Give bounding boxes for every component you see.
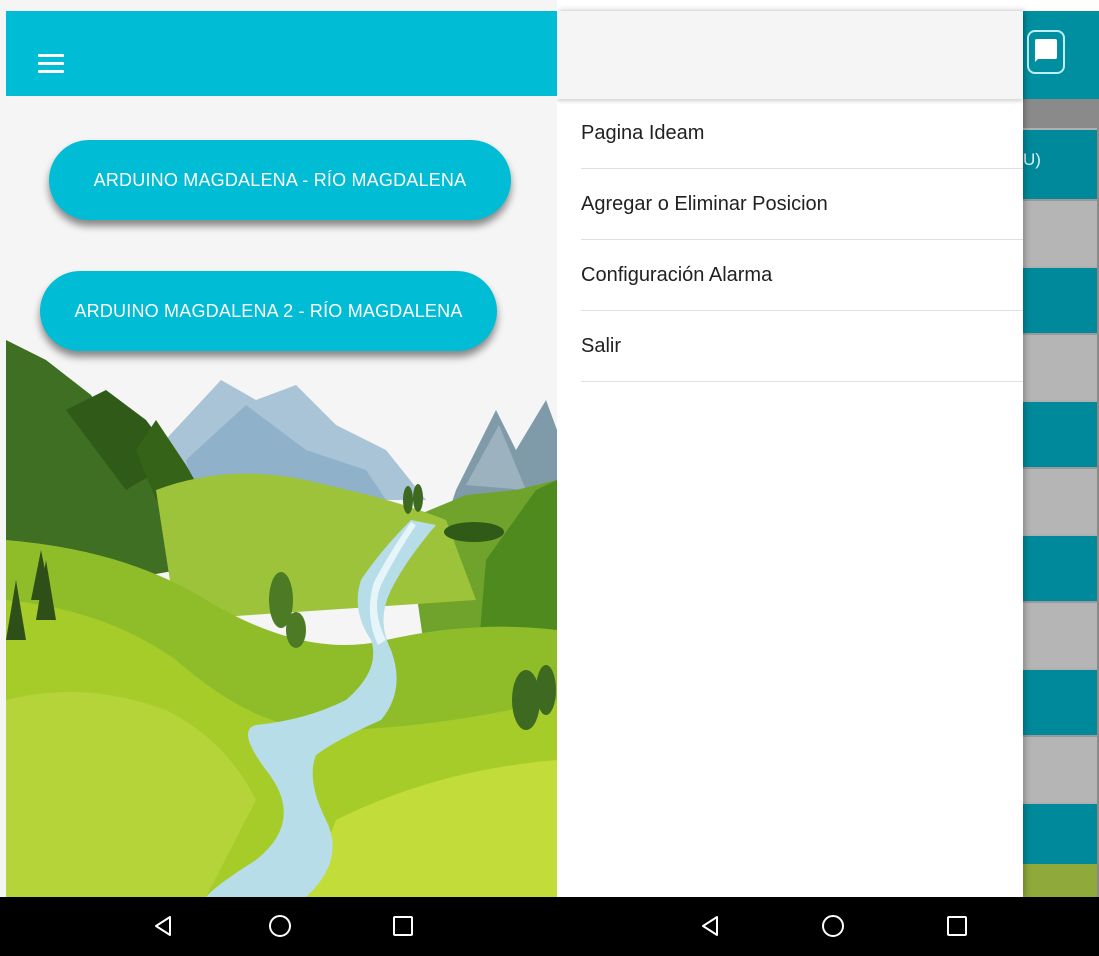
menu-item-salir[interactable]: Salir — [581, 311, 1023, 382]
arduino-magdalena-button[interactable]: ARDUINO MAGDALENA - RÍO MAGDALENA — [49, 140, 511, 220]
background-row — [1023, 333, 1097, 400]
background-row — [1023, 668, 1097, 735]
system-nav-bar — [557, 897, 1099, 956]
recents-square-icon[interactable] — [391, 914, 415, 938]
background-app-bar — [1023, 11, 1099, 99]
background-row — [1023, 601, 1097, 668]
menu-hamburger-icon[interactable] — [38, 54, 64, 74]
river-landscape-illustration — [6, 300, 557, 897]
background-row — [1023, 400, 1097, 467]
background-list-header: U) — [1023, 128, 1097, 199]
main-screen: ARDUINO MAGDALENA - RÍO MAGDALENA ARDUIN… — [0, 0, 557, 956]
navigation-drawer: Pagina Ideam Agregar o Eliminar Posicion… — [557, 11, 1023, 897]
app-bar — [6, 11, 557, 96]
menu-item-agregar-eliminar-posicion[interactable]: Agregar o Eliminar Posicion — [581, 169, 1023, 240]
background-landscape-edge — [1023, 864, 1097, 897]
background-row — [1023, 534, 1097, 601]
menu-item-configuracion-alarma[interactable]: Configuración Alarma — [581, 240, 1023, 311]
recents-square-icon[interactable] — [945, 914, 969, 938]
background-partial-text: U) — [1023, 150, 1041, 169]
system-nav-bar — [0, 897, 557, 956]
arduino-magdalena-2-button[interactable]: ARDUINO MAGDALENA 2 - RÍO MAGDALENA — [40, 271, 497, 351]
back-triangle-icon[interactable] — [698, 914, 722, 938]
background-row — [1023, 802, 1097, 864]
drawer-screen: Pagina Ideam Agregar o Eliminar Posicion… — [557, 0, 1099, 956]
menu-item-pagina-ideam[interactable]: Pagina Ideam — [581, 99, 1023, 169]
drawer-header — [557, 11, 1023, 99]
chat-icon[interactable] — [1027, 30, 1065, 74]
background-row — [1023, 735, 1097, 802]
home-circle-icon[interactable] — [821, 914, 845, 938]
background-row — [1023, 199, 1097, 266]
background-content-scrim: U) — [1023, 11, 1099, 897]
home-circle-icon[interactable] — [268, 914, 292, 938]
background-row — [1023, 467, 1097, 534]
back-triangle-icon[interactable] — [151, 914, 175, 938]
background-row — [1023, 266, 1097, 333]
